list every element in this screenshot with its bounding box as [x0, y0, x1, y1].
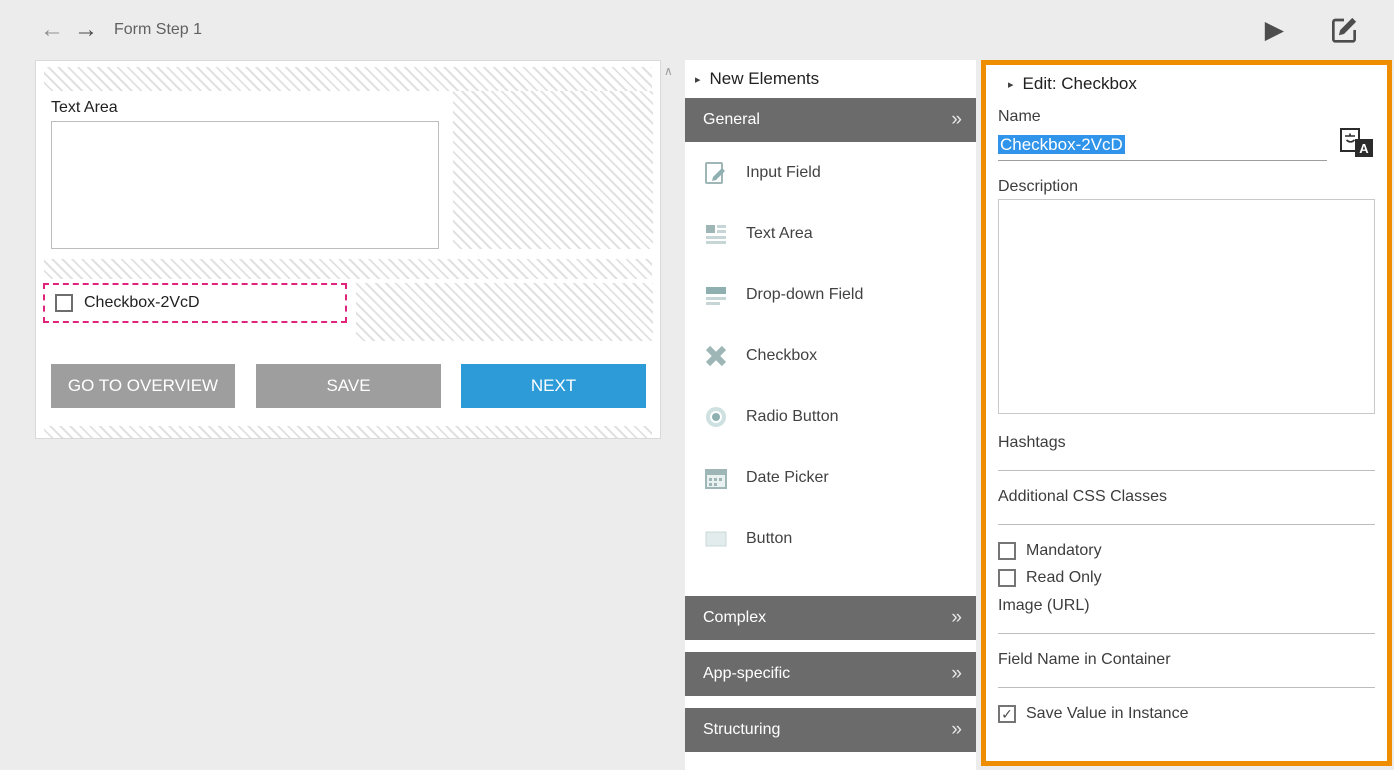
section-header-structuring[interactable]: Structuring » [685, 708, 976, 752]
palette-item-button[interactable]: Button [685, 508, 976, 569]
mandatory-label: Mandatory [1026, 542, 1102, 560]
css-classes-label: Additional CSS Classes [998, 487, 1375, 507]
form-builder-app: ← → Form Step 1 ▶ Text Area Checkbox-2Vc… [0, 0, 1394, 770]
save-value-checkbox[interactable]: ✓ [998, 705, 1016, 723]
description-textarea[interactable] [998, 199, 1375, 414]
name-input-selected-text: Checkbox-2VcD [998, 135, 1125, 154]
edit-panel-header[interactable]: ▸ Edit: Checkbox [998, 65, 1375, 103]
readonly-label: Read Only [1026, 569, 1102, 587]
next-button[interactable]: NEXT [461, 364, 646, 408]
edit-properties-panel: ▸ Edit: Checkbox Name Checkbox-2VcD A [981, 60, 1392, 766]
canvas-scrollbar[interactable]: ∧ [661, 60, 679, 770]
palette-item-text-area[interactable]: Text Area [685, 203, 976, 264]
text-area-icon [703, 221, 729, 247]
radio-button-icon [703, 404, 729, 430]
field-name-label: Field Name in Container [998, 650, 1375, 670]
name-label: Name [998, 107, 1375, 127]
textarea-field-label: Text Area [51, 99, 118, 117]
section-complex-label: Complex [703, 609, 766, 627]
section-header-general[interactable]: General » [685, 98, 976, 142]
hatched-dropzone-right-2 [356, 283, 653, 341]
page-title: Form Step 1 [114, 21, 202, 39]
hashtags-label: Hashtags [998, 433, 1375, 453]
readonly-checkbox-row[interactable]: Read Only [998, 569, 1375, 587]
palette-item-input-field[interactable]: Input Field [685, 142, 976, 203]
name-field-row: Checkbox-2VcD A [998, 127, 1375, 161]
svg-text:A: A [1359, 141, 1369, 156]
date-picker-icon [703, 465, 729, 491]
section-header-complex[interactable]: Complex » [685, 596, 976, 640]
save-value-checkbox-row[interactable]: ✓ Save Value in Instance [998, 705, 1375, 723]
description-label: Description [998, 177, 1375, 197]
palette-item-label: Radio Button [746, 408, 839, 426]
hashtags-input[interactable] [998, 453, 1375, 471]
triangle-right-icon: ▸ [1008, 78, 1014, 91]
play-icon[interactable]: ▶ [1265, 15, 1284, 45]
collapse-chevron-icon: » [951, 109, 962, 131]
hatched-dropzone-bottom [44, 426, 652, 438]
palette-item-label: Input Field [746, 164, 821, 182]
save-button[interactable]: SAVE [256, 364, 441, 408]
new-elements-title: New Elements [710, 69, 820, 89]
section-header-app-specific[interactable]: App-specific » [685, 652, 976, 696]
palette-item-label: Button [746, 530, 792, 548]
selected-checkbox-element[interactable]: Checkbox-2VcD [43, 283, 347, 323]
palette-item-label: Text Area [746, 225, 813, 243]
edit-compose-icon[interactable] [1328, 14, 1360, 46]
edit-panel-title: Edit: Checkbox [1023, 74, 1137, 94]
field-name-input[interactable] [998, 670, 1375, 688]
dropdown-field-icon [703, 282, 729, 308]
checkbox-preview-box[interactable] [55, 294, 73, 312]
topbar-actions: ▶ [1265, 14, 1360, 46]
hatched-dropzone-middle [44, 259, 652, 279]
checkbox-icon [703, 343, 729, 369]
form-preview-canvas: Text Area Checkbox-2VcD GO TO OVERVIEW S… [35, 60, 661, 439]
collapse-chevron-icon: » [951, 719, 962, 741]
input-field-icon [703, 160, 729, 186]
hatched-dropzone-top [44, 67, 652, 91]
button-icon [703, 526, 729, 552]
collapse-chevron-icon: » [951, 663, 962, 685]
topbar: ← → Form Step 1 ▶ [0, 0, 1394, 60]
palette-item-radio-button[interactable]: Radio Button [685, 386, 976, 447]
forward-arrow-icon[interactable]: → [74, 18, 98, 42]
section-structuring-label: Structuring [703, 721, 780, 739]
section-general-label: General [703, 111, 760, 129]
scroll-up-icon[interactable]: ∧ [664, 64, 673, 78]
mandatory-checkbox-row[interactable]: Mandatory [998, 542, 1375, 560]
section-app-specific-label: App-specific [703, 665, 790, 683]
name-input[interactable]: Checkbox-2VcD [998, 132, 1327, 161]
palette-item-label: Date Picker [746, 469, 829, 487]
triangle-right-icon: ▸ [695, 73, 701, 86]
palette-item-date-picker[interactable]: Date Picker [685, 447, 976, 508]
textarea-field-preview[interactable] [51, 121, 439, 249]
image-url-label: Image (URL) [998, 596, 1375, 616]
css-classes-input[interactable] [998, 507, 1375, 525]
image-url-input[interactable] [998, 616, 1375, 634]
checkbox-preview-label: Checkbox-2VcD [84, 294, 200, 312]
new-elements-header[interactable]: ▸ New Elements [685, 60, 976, 98]
palette-item-dropdown-field[interactable]: Drop-down Field [685, 264, 976, 325]
back-arrow-icon[interactable]: ← [40, 18, 64, 42]
new-elements-palette: ▸ New Elements General » Input Field [685, 60, 976, 770]
mandatory-checkbox[interactable] [998, 542, 1016, 560]
hatched-dropzone-right-1 [453, 91, 653, 249]
translate-icon[interactable]: A [1339, 127, 1375, 159]
save-value-label: Save Value in Instance [1026, 705, 1188, 723]
palette-item-label: Checkbox [746, 347, 817, 365]
collapse-chevron-icon: » [951, 607, 962, 629]
go-to-overview-button[interactable]: GO TO OVERVIEW [51, 364, 235, 408]
palette-item-label: Drop-down Field [746, 286, 863, 304]
palette-item-checkbox[interactable]: Checkbox [685, 325, 976, 386]
readonly-checkbox[interactable] [998, 569, 1016, 587]
